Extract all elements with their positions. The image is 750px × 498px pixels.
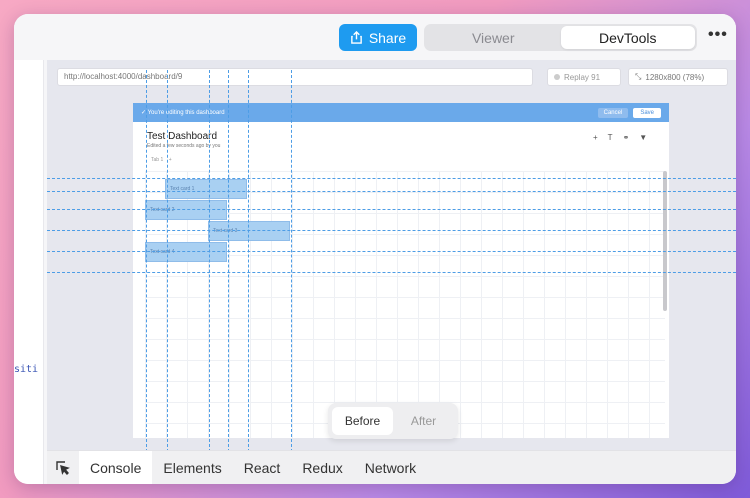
card-label: Text card 3 — [213, 228, 238, 234]
banner-text: ✓ You're editing this dashboard — [141, 110, 225, 116]
card-label: Text card 2 — [150, 207, 175, 213]
text-card[interactable]: Text card 3 — [208, 221, 290, 241]
before-button[interactable]: Before — [332, 407, 393, 435]
dashboard-tabs: Tab 1 + — [151, 157, 172, 163]
guide-line — [47, 178, 736, 179]
share-button[interactable]: Share — [339, 24, 417, 51]
tab-1[interactable]: Tab 1 — [151, 157, 163, 163]
add-tab-button[interactable]: + — [169, 157, 172, 163]
replay-select[interactable]: Replay 91 — [547, 68, 621, 86]
guide-line — [47, 191, 736, 192]
guide-line — [209, 70, 210, 452]
tab-network[interactable]: Network — [354, 451, 427, 485]
tab-console[interactable]: Console — [79, 450, 153, 484]
cancel-button[interactable]: Cancel — [597, 107, 629, 118]
add-icon[interactable]: + — [593, 133, 598, 142]
guide-line — [47, 251, 736, 252]
guide-line — [47, 209, 736, 210]
resolution-label: 1280x800 (78%) — [645, 72, 705, 82]
dashboard-grid: Text card 1 Text card 2 Text card 3 Text… — [145, 171, 665, 438]
dashboard-title: Test Dashboard — [147, 131, 218, 142]
guide-line — [228, 70, 229, 452]
tab-devtools[interactable]: DevTools — [560, 26, 695, 49]
guide-line — [291, 70, 292, 452]
text-card[interactable]: Text card 2 — [145, 200, 227, 220]
resize-icon: ⤡ — [635, 72, 642, 81]
replay-label: Replay 91 — [564, 72, 601, 82]
dashboard-toolbar: + T ⚭ ▼ — [593, 133, 647, 142]
tab-viewer[interactable]: Viewer — [426, 26, 561, 49]
guide-line — [248, 70, 249, 452]
app-window: Share Viewer DevTools ••• siti http://lo… — [14, 14, 736, 484]
resolution-select[interactable]: ⤡ 1280x800 (78%) — [628, 68, 728, 86]
scrollbar[interactable] — [663, 171, 667, 311]
after-button[interactable]: After — [393, 407, 454, 435]
text-icon[interactable]: T — [608, 133, 613, 142]
card-label: Text card 4 — [150, 249, 175, 255]
save-button[interactable]: Save — [633, 107, 661, 118]
edit-banner: ✓ You're editing this dashboard Cancel S… — [133, 103, 669, 122]
left-panel: siti — [14, 60, 44, 484]
tab-redux[interactable]: Redux — [291, 451, 353, 485]
guide-line — [167, 70, 168, 452]
guide-line — [146, 70, 147, 452]
text-card[interactable]: Text card 1 — [165, 179, 247, 199]
tab-elements[interactable]: Elements — [152, 451, 232, 485]
link-icon[interactable]: ⚭ — [623, 133, 630, 142]
text-card[interactable]: Text card 4 — [145, 242, 227, 262]
before-after-toggle: Before After — [328, 403, 458, 439]
top-bar: Share Viewer DevTools ••• — [14, 14, 736, 60]
viewer-pane: http://localhost:4000/dashboard/9 Replay… — [47, 60, 736, 452]
tab-react[interactable]: React — [233, 451, 292, 485]
app-preview: ✓ You're editing this dashboard Cancel S… — [133, 103, 669, 438]
record-dot-icon — [554, 74, 560, 80]
share-label: Share — [368, 29, 407, 46]
guide-line — [47, 230, 736, 231]
guide-line — [47, 272, 736, 273]
share-icon — [350, 31, 362, 44]
url-bar[interactable]: http://localhost:4000/dashboard/9 — [57, 68, 533, 86]
devtools-tabs: Console Elements React Redux Network — [47, 450, 736, 484]
inspect-element-icon[interactable] — [47, 451, 79, 485]
more-horizontal-icon[interactable]: ••• — [708, 26, 728, 44]
filter-icon[interactable]: ▼ — [639, 133, 647, 142]
truncated-text: siti — [14, 364, 39, 375]
view-mode-toggle: Viewer DevTools — [424, 24, 697, 51]
